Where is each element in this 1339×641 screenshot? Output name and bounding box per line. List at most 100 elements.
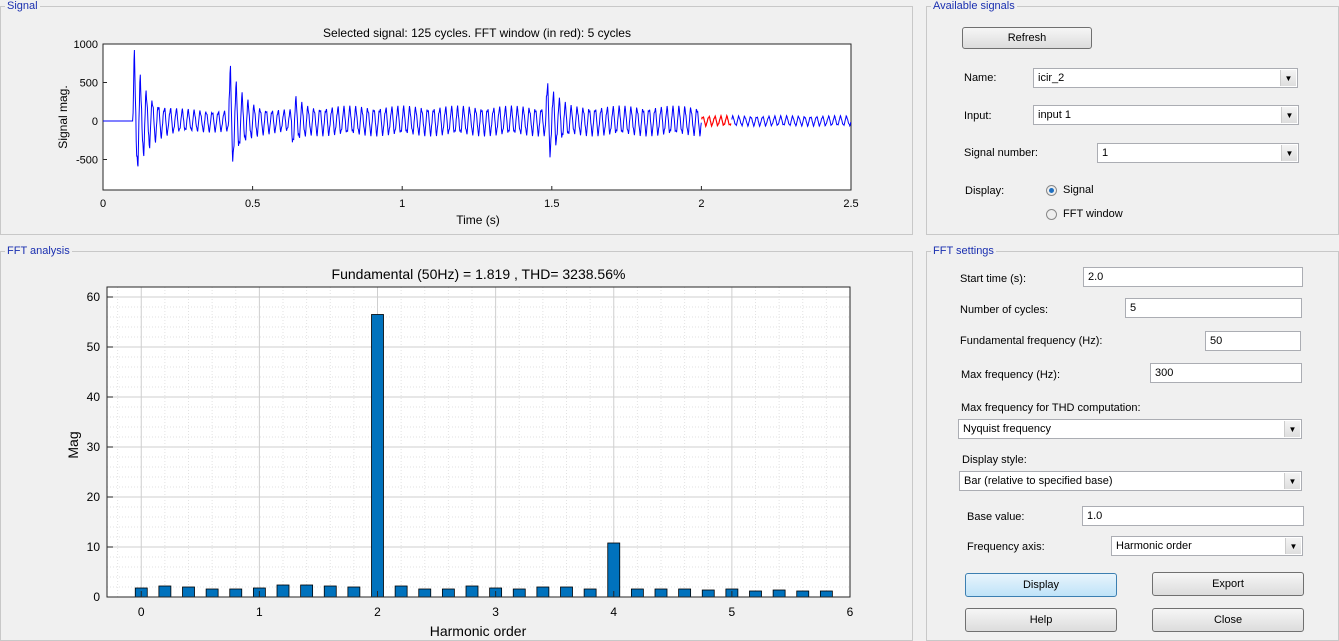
help-button[interactable]: Help [965, 608, 1117, 632]
base-value-label: Base value: [967, 511, 1025, 523]
fft-bar [300, 584, 314, 598]
fft-ylabel: Mag [65, 431, 81, 458]
signal-xtick: 0 [100, 198, 106, 210]
name-value: icir_2 [1038, 72, 1065, 84]
signal-plot-title: Selected signal: 125 cycles. FFT window … [323, 26, 631, 40]
radio-signal-label[interactable]: Signal [1063, 184, 1094, 196]
input-value: input 1 [1038, 109, 1072, 121]
fft-bar [772, 589, 786, 598]
cycles-input[interactable]: 5 [1125, 298, 1302, 318]
signal-ytick: 500 [80, 78, 98, 90]
fft-ytick: 20 [87, 490, 101, 504]
fft-ytick: 50 [87, 340, 101, 354]
frequency-axis-value: Harmonic order [1116, 540, 1192, 552]
signal-number-label: Signal number: [964, 147, 1038, 159]
name-label: Name: [964, 72, 997, 84]
fft-bar [418, 588, 432, 598]
chevron-down-icon[interactable]: ▼ [1280, 70, 1296, 86]
signal-xtick: 1 [399, 198, 405, 210]
fft-xlabel: Harmonic order [430, 623, 527, 638]
signal-number-select[interactable]: 1 ▼ [1097, 143, 1299, 163]
fft-bar [371, 314, 384, 598]
max-frequency-input[interactable]: 300 [1150, 363, 1302, 383]
name-select[interactable]: icir_2 ▼ [1033, 68, 1298, 88]
fft-bar [678, 588, 692, 598]
start-time-input[interactable]: 2.0 [1083, 267, 1303, 287]
fft-bar [512, 588, 526, 598]
signal-ytick: 1000 [74, 39, 98, 51]
thd-max-frequency-select[interactable]: Nyquist frequency ▼ [958, 419, 1302, 439]
signal-xtick: 0.5 [245, 198, 260, 210]
input-select[interactable]: input 1 ▼ [1033, 105, 1299, 125]
fft-xtick: 6 [847, 605, 854, 619]
chevron-down-icon[interactable]: ▼ [1284, 473, 1300, 489]
fft-bar-chart: Fundamental (50Hz) = 1.819 , THD= 3238.5… [65, 266, 854, 638]
chevron-down-icon[interactable]: ▼ [1281, 107, 1297, 123]
signal-number-value: 1 [1102, 147, 1109, 159]
export-button[interactable]: Export [1152, 572, 1304, 596]
thd-max-frequency-label: Max frequency for THD computation: [961, 402, 1141, 414]
cycles-label: Number of cycles: [960, 304, 1049, 316]
signal-ytick: -500 [76, 155, 98, 167]
radio-fft-window[interactable] [1046, 209, 1057, 220]
radio-signal[interactable] [1046, 185, 1057, 196]
display-style-select[interactable]: Bar (relative to specified base) ▼ [959, 471, 1302, 491]
fft-axes-background [107, 287, 850, 597]
signal-ylabel: Signal mag. [56, 85, 70, 148]
fft-ytick: 60 [87, 290, 101, 304]
fft-xtick: 3 [492, 605, 499, 619]
fft-bar [158, 585, 172, 598]
fft-bar [701, 589, 715, 598]
max-frequency-label: Max frequency (Hz): [961, 369, 1061, 381]
signal-xtick: 1.5 [544, 198, 559, 210]
display-button[interactable]: Display [965, 573, 1117, 597]
fft-plot-title: Fundamental (50Hz) = 1.819 , THD= 3238.5… [332, 266, 626, 282]
fft-xtick: 2 [374, 605, 381, 619]
fft-bar [394, 585, 408, 598]
chevron-down-icon[interactable]: ▼ [1284, 421, 1300, 437]
signal-xlabel: Time (s) [456, 213, 500, 227]
start-time-label: Start time (s): [960, 273, 1027, 285]
fft-ytick: 40 [87, 390, 101, 404]
signal-xtick: 2.5 [843, 198, 858, 210]
fft-bar [654, 588, 668, 598]
fft-settings-title: FFT settings [931, 245, 996, 257]
display-style-label: Display style: [962, 454, 1027, 466]
fft-bar [607, 542, 621, 598]
signal-ytick: 0 [92, 116, 98, 128]
fft-bar [560, 586, 573, 598]
fft-xtick: 5 [729, 605, 736, 619]
fft-bar [819, 590, 833, 598]
fft-bar [229, 588, 243, 598]
fft-bar [323, 585, 337, 598]
fft-bar [630, 588, 644, 598]
fundamental-label: Fundamental frequency (Hz): [960, 335, 1103, 347]
thd-value: Nyquist frequency [963, 423, 1052, 435]
fft-bar [749, 590, 762, 598]
refresh-button[interactable]: Refresh [962, 27, 1092, 49]
input-label: Input: [964, 110, 992, 122]
fft-bar [276, 584, 290, 598]
fft-bar [441, 588, 455, 598]
fft-bar [583, 588, 597, 598]
close-button[interactable]: Close [1152, 608, 1304, 632]
chevron-down-icon[interactable]: ▼ [1285, 538, 1301, 554]
fft-bar [347, 586, 361, 598]
display-label: Display: [965, 185, 1005, 197]
chevron-down-icon[interactable]: ▼ [1281, 145, 1297, 161]
radio-fft-window-label[interactable]: FFT window [1063, 208, 1123, 220]
fft-xtick: 1 [256, 605, 263, 619]
fft-bar [796, 590, 810, 598]
fft-bar [182, 586, 195, 598]
fft-ytick: 0 [93, 590, 100, 604]
fft-bar [465, 585, 479, 598]
frequency-axis-select[interactable]: Harmonic order ▼ [1111, 536, 1303, 556]
fft-ytick: 10 [87, 540, 101, 554]
fft-ytick: 30 [87, 440, 101, 454]
fundamental-input[interactable]: 50 [1205, 331, 1301, 351]
frequency-axis-label: Frequency axis: [967, 541, 1045, 553]
fft-bar [205, 588, 219, 598]
signal-plot: Selected signal: 125 cycles. FFT window … [56, 26, 859, 227]
fft-bar [536, 586, 550, 598]
base-value-input[interactable]: 1.0 [1082, 506, 1304, 526]
